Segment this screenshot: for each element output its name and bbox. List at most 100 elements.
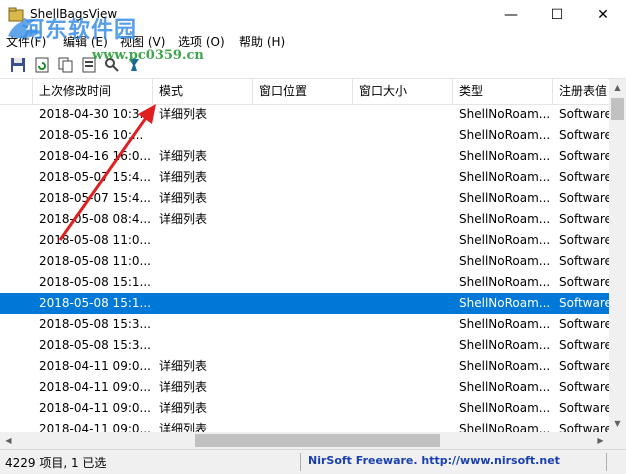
cell-window-size <box>353 188 453 209</box>
column-header-mode[interactable]: 模式 <box>153 79 253 104</box>
vertical-scrollbar[interactable]: ▲ ▼ <box>609 79 626 432</box>
close-button[interactable]: ✕ <box>580 0 626 30</box>
scroll-right-icon[interactable]: ▶ <box>592 432 609 449</box>
cell-mode <box>153 335 253 356</box>
menu-help[interactable]: 帮助 (H) <box>239 33 285 50</box>
cell-window-size <box>353 104 453 125</box>
table-row[interactable]: 2018-05-07 15:4... 详细列表 ShellNoRoam... Soft… <box>0 167 609 188</box>
list-rows: 2018-04-30 10:3... 详细列表 ShellNoRoam... Soft… <box>0 104 609 432</box>
cell-window-position <box>253 293 353 314</box>
cell-window-size <box>353 356 453 377</box>
cell-window-size <box>353 209 453 230</box>
table-row[interactable]: 2018-05-08 15:3... ShellNoRoam... Software <box>0 314 609 335</box>
table-row[interactable]: 2018-05-08 11:0... ShellNoRoam... Software <box>0 230 609 251</box>
cell-modified-time: 2018-05-07 15:4... <box>39 170 151 184</box>
refresh-icon[interactable] <box>32 55 52 75</box>
column-header-type[interactable]: 类型 <box>453 79 553 104</box>
scroll-up-icon[interactable]: ▲ <box>609 79 626 96</box>
cell-registry-value: Software <box>559 296 609 310</box>
cell-modified-time: 2018-04-11 09:0... <box>39 380 151 394</box>
cell-modified-time: 2018-05-08 15:3... <box>39 338 151 352</box>
cell-registry-value: Software <box>559 149 609 163</box>
column-header-window-position[interactable]: 窗口位置 <box>253 79 353 104</box>
cell-window-size <box>353 398 453 419</box>
status-item-count: 4229 项目, 1 已选 <box>5 456 107 470</box>
cell-modified-time: 2018-05-07 15:4... <box>39 191 151 205</box>
cell-modified-time: 2018-05-08 15:3... <box>39 317 151 331</box>
status-divider <box>300 453 301 471</box>
cell-type: ShellNoRoam... <box>459 170 551 184</box>
table-row[interactable]: 2018-04-11 09:0... 详细列表 ShellNoRoam... Soft… <box>0 377 609 398</box>
cell-type: ShellNoRoam... <box>459 401 551 415</box>
table-row[interactable]: 2018-04-11 09:0... 详细列表 ShellNoRoam... Soft… <box>0 419 609 432</box>
cell-modified-time: 2018-05-08 11:0... <box>39 233 151 247</box>
save-icon[interactable] <box>8 55 28 75</box>
cell-mode <box>153 230 253 251</box>
cell-registry-value: Software <box>559 401 609 415</box>
table-row[interactable]: 2018-04-11 09:0... 详细列表 ShellNoRoam... Soft… <box>0 356 609 377</box>
cell-mode: 详细列表 <box>159 401 208 415</box>
cell-window-position <box>253 314 353 335</box>
table-row[interactable]: 2018-05-08 15:1... ShellNoRoam... Software <box>0 272 609 293</box>
table-row[interactable]: 2018-05-08 15:3... ShellNoRoam... Software <box>0 335 609 356</box>
shellbags-list[interactable]: 上次修改时间 模式 窗口位置 窗口大小 类型 注册表值 2018-04-30 1… <box>0 79 609 432</box>
cell-modified-time: 2018-04-11 09:0... <box>39 401 151 415</box>
cell-type: ShellNoRoam... <box>459 359 551 373</box>
horizontal-scroll-thumb[interactable] <box>195 434 440 447</box>
cell-mode: 详细列表 <box>159 380 208 394</box>
scroll-down-icon[interactable]: ▼ <box>609 415 626 432</box>
cell-window-size <box>353 314 453 335</box>
cell-registry-value: Software <box>559 254 609 268</box>
cell-registry-value: Software <box>559 212 609 226</box>
cell-window-position <box>253 335 353 356</box>
column-header-modified-time[interactable]: 上次修改时间 <box>33 79 153 104</box>
status-bar: 4229 项目, 1 已选 NirSoft Freeware. http://w… <box>0 449 626 474</box>
cell-window-position <box>253 146 353 167</box>
cell-window-position <box>253 356 353 377</box>
cell-type: ShellNoRoam... <box>459 233 551 247</box>
nirsoft-link[interactable]: NirSoft Freeware. http://www.nirsoft.net <box>308 454 560 467</box>
cell-window-size <box>353 419 453 432</box>
cell-mode: 详细列表 <box>159 191 208 205</box>
table-row[interactable]: 2018-05-08 11:0... ShellNoRoam... Software <box>0 251 609 272</box>
cell-registry-value: Software <box>559 317 609 331</box>
cell-window-size <box>353 251 453 272</box>
cell-window-size <box>353 125 453 146</box>
cell-type: ShellNoRoam... <box>459 212 551 226</box>
table-row[interactable]: 2018-05-08 08:4... 详细列表 ShellNoRoam... Soft… <box>0 209 609 230</box>
cell-window-position <box>253 419 353 432</box>
maximize-button[interactable]: ☐ <box>534 0 580 30</box>
cell-registry-value: Software <box>559 359 609 373</box>
list-header: 上次修改时间 模式 窗口位置 窗口大小 类型 注册表值 <box>0 79 609 105</box>
column-header-registry-value[interactable]: 注册表值 <box>553 79 609 104</box>
minimize-button[interactable]: — <box>488 0 534 30</box>
cell-modified-time: 2018-05-08 15:1... <box>39 296 151 310</box>
cell-registry-value: Software <box>559 233 609 247</box>
table-row[interactable]: 2018-04-11 09:0... 详细列表 ShellNoRoam... Soft… <box>0 398 609 419</box>
table-row[interactable]: 2018-05-08 15:1... ShellNoRoam... Software <box>0 293 609 314</box>
cell-mode <box>153 251 253 272</box>
watermark-title: 河东软件园 <box>22 17 138 43</box>
table-row[interactable]: 2018-05-16 10:... ShellNoRoam... Software <box>0 125 609 146</box>
cell-mode: 详细列表 <box>159 170 208 184</box>
cell-modified-time: 2018-05-16 10:... <box>39 128 144 142</box>
cell-window-position <box>253 125 353 146</box>
cell-type: ShellNoRoam... <box>459 317 551 331</box>
scroll-left-icon[interactable]: ◀ <box>0 432 17 449</box>
cell-type: ShellNoRoam... <box>459 275 551 289</box>
vertical-scroll-thumb[interactable] <box>611 98 624 120</box>
cell-window-position <box>253 167 353 188</box>
cell-window-position <box>253 188 353 209</box>
table-row[interactable]: 2018-05-07 15:4... 详细列表 ShellNoRoam... Soft… <box>0 188 609 209</box>
cell-registry-value: Software <box>559 338 609 352</box>
cell-modified-time: 2018-04-30 10:3... <box>39 107 151 121</box>
cell-window-size <box>353 335 453 356</box>
cell-window-position <box>253 377 353 398</box>
cell-modified-time: 2018-05-08 11:0... <box>39 254 151 268</box>
table-row[interactable]: 2018-04-16 16:0... 详细列表 ShellNoRoam... Soft… <box>0 146 609 167</box>
horizontal-scrollbar[interactable]: ◀ ▶ <box>0 432 609 449</box>
table-row[interactable]: 2018-04-30 10:3... 详细列表 ShellNoRoam... Soft… <box>0 104 609 125</box>
copy-icon[interactable] <box>56 55 76 75</box>
cell-registry-value: Software <box>559 128 609 142</box>
column-header-window-size[interactable]: 窗口大小 <box>353 79 453 104</box>
